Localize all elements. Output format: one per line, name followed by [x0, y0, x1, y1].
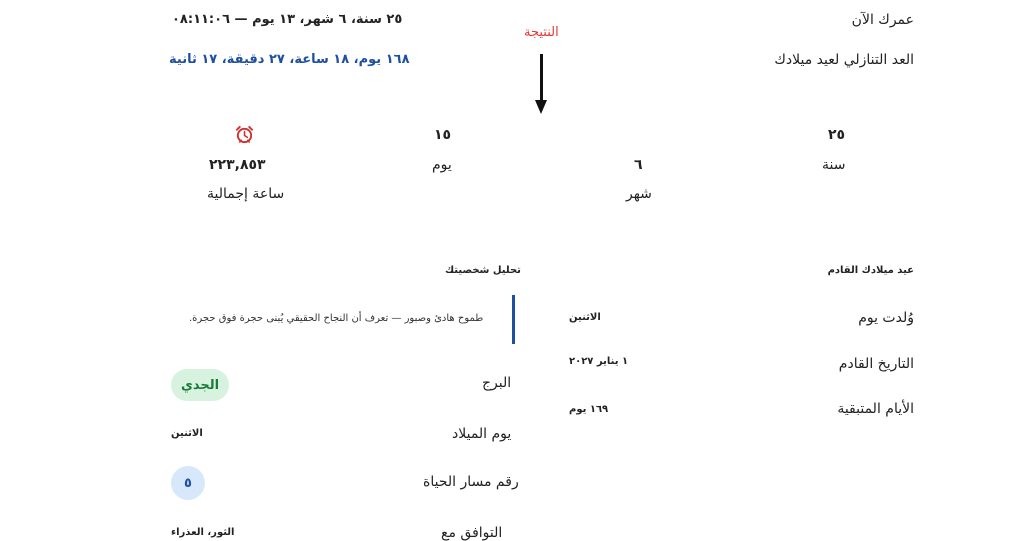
stat-years-unit: سنة [822, 157, 846, 173]
personality-quote: طموح هادئ وصبور — تعرف أن النجاح الحقيقي… [189, 313, 484, 324]
next-date-label: التاريخ القادم [838, 356, 914, 372]
countdown-label: العد التنازلي لعيد ميلادك [774, 52, 914, 68]
zodiac-label: البرج [482, 375, 512, 391]
stat-months-value: ٦ [634, 157, 643, 173]
stat-hours-value: ٢٢٣,٨٥٣ [209, 157, 266, 173]
stat-days-value: ١٥ [434, 127, 452, 143]
born-day-value: الاثنين [569, 312, 601, 323]
life-path-badge: ٥ [171, 466, 205, 500]
alarm-clock-icon [235, 125, 254, 144]
days-left-label: الأيام المتبقية [837, 401, 914, 417]
personality-heading: تحليل شخصيتك [445, 265, 521, 276]
born-day-label: وُلدت يوم [858, 310, 914, 326]
zodiac-badge: الجدي [171, 369, 229, 401]
life-path-label: رقم مسار الحياة [423, 474, 519, 490]
result-annotation: النتيجة [524, 25, 559, 40]
next-birthday-heading: عيد ميلادك القادم [827, 265, 914, 276]
age-value: ٢٥ سنة، ٦ شهر، ١٣ يوم — ٠٨:١١:٠٦ [172, 12, 403, 27]
stat-months-unit: شهر [626, 186, 652, 202]
days-left-value: ١٦٩ يوم [569, 404, 609, 415]
birth-day-value: الاثنين [171, 428, 203, 439]
down-arrow-icon [540, 54, 543, 102]
stat-days-unit: يوم [432, 157, 452, 173]
stat-years-value: ٢٥ [828, 127, 846, 143]
age-label: عمرك الآن [851, 12, 914, 28]
stat-hours-unit: ساعة إجمالية [207, 186, 285, 202]
next-date-value: ١ يناير ٢٠٢٧ [569, 356, 629, 367]
down-arrow-head [535, 100, 547, 114]
countdown-value: ١٦٨ يوم، ١٨ ساعة، ٢٧ دقيقة، ١٧ ثانية [169, 52, 410, 67]
compatibility-value: الثور، العذراء [171, 527, 235, 538]
quote-accent-bar [512, 295, 515, 344]
compatibility-label: التوافق مع [441, 525, 503, 541]
birth-day-label: يوم الميلاد [452, 426, 512, 442]
